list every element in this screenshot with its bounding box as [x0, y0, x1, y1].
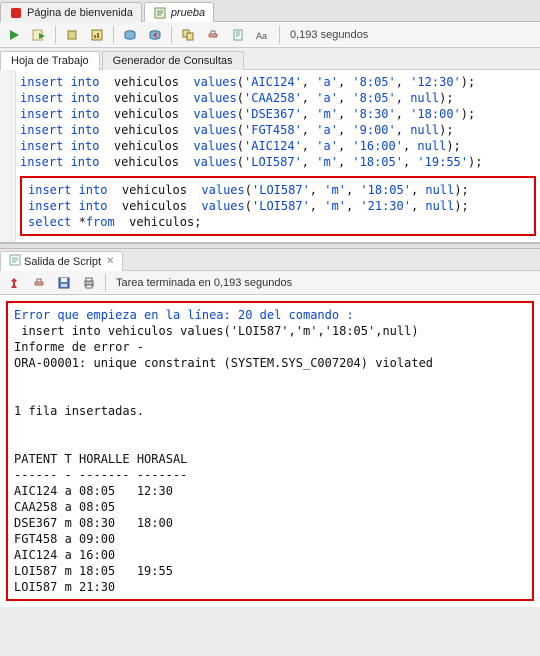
sql-history-button[interactable] [228, 25, 248, 45]
separator [105, 274, 106, 292]
output-line [14, 387, 526, 403]
commit-button[interactable] [120, 25, 140, 45]
output-line: AIC124 a 08:05 12:30 [14, 483, 526, 499]
editor-line: insert into vehiculos values('LOI587', '… [28, 182, 528, 198]
output-toolbar: Tarea terminada en 0,193 segundos [0, 271, 540, 295]
autotrace-button[interactable] [87, 25, 107, 45]
output-line: Error que empieza en la línea: 20 del co… [14, 307, 526, 323]
script-output-icon [9, 254, 21, 269]
save-output-button[interactable] [54, 273, 74, 293]
worksheet-subtabs: Hoja de Trabajo Generador de Consultas [0, 48, 540, 70]
editor-lines: insert into vehiculos values('AIC124', '… [20, 74, 536, 170]
print-output-button[interactable] [79, 273, 99, 293]
output-status: Tarea terminada en 0,193 segundos [112, 277, 292, 289]
run-button[interactable] [4, 25, 24, 45]
clear-output-button[interactable] [29, 273, 49, 293]
output-line: 1 fila insertadas. [14, 403, 526, 419]
separator [279, 26, 280, 44]
tab-prueba[interactable]: prueba [144, 2, 214, 22]
sql-file-icon [153, 6, 167, 20]
tab-welcome[interactable]: Página de bienvenida [0, 2, 142, 22]
tab-label: Página de bienvenida [27, 7, 133, 19]
separator [55, 26, 56, 44]
to-uppercase-button[interactable]: Aa [253, 25, 273, 45]
close-icon[interactable]: ✕ [106, 256, 114, 267]
worksheet-toolbar: Aa 0,193 segundos [0, 22, 540, 48]
editor-line: insert into vehiculos values('LOI587', '… [28, 198, 528, 214]
tab-label: prueba [171, 7, 205, 19]
editor-line: insert into vehiculos values('CAA258', '… [20, 90, 536, 106]
execution-time: 0,193 segundos [286, 29, 368, 41]
editor-line: insert into vehiculos values('DSE367', '… [20, 106, 536, 122]
output-area[interactable]: Error que empieza en la línea: 20 del co… [0, 295, 540, 607]
file-tabs: Página de bienvenida prueba [0, 0, 540, 22]
output-line: LOI587 m 21:30 [14, 579, 526, 595]
pin-button[interactable] [4, 273, 24, 293]
run-script-button[interactable] [29, 25, 49, 45]
editor-line: insert into vehiculos values('AIC124', '… [20, 138, 536, 154]
unshared-sql-button[interactable] [178, 25, 198, 45]
rollback-button[interactable] [145, 25, 165, 45]
separator [113, 26, 114, 44]
output-line: insert into vehiculos values('LOI587','m… [14, 323, 526, 339]
oracle-icon [9, 6, 23, 20]
output-line [14, 435, 526, 451]
clear-button[interactable] [203, 25, 223, 45]
output-line [14, 371, 526, 387]
separator [171, 26, 172, 44]
output-line: LOI587 m 18:05 19:55 [14, 563, 526, 579]
output-tabs: Salida de Script ✕ [0, 249, 540, 271]
output-line: Informe de error - [14, 339, 526, 355]
output-line: ------ - ------- ------- [14, 467, 526, 483]
tab-script-output[interactable]: Salida de Script ✕ [0, 251, 123, 271]
subtab-querybuilder[interactable]: Generador de Consultas [102, 51, 244, 70]
output-line: CAA258 a 08:05 [14, 499, 526, 515]
sql-editor[interactable]: insert into vehiculos values('AIC124', '… [0, 70, 540, 243]
tab-label: Salida de Script [24, 256, 101, 268]
editor-line: insert into vehiculos values('FGT458', '… [20, 122, 536, 138]
editor-line: insert into vehiculos values('AIC124', '… [20, 74, 536, 90]
editor-line: insert into vehiculos values('LOI587', '… [20, 154, 536, 170]
editor-gutter [0, 70, 16, 242]
output-line: AIC124 a 16:00 [14, 547, 526, 563]
output-highlight-box: Error que empieza en la línea: 20 del co… [6, 301, 534, 601]
output-line [14, 419, 526, 435]
svg-text:Aa: Aa [256, 31, 267, 41]
output-line: DSE367 m 08:30 18:00 [14, 515, 526, 531]
output-line: FGT458 a 09:00 [14, 531, 526, 547]
explain-plan-button[interactable] [62, 25, 82, 45]
highlight-box: insert into vehiculos values('LOI587', '… [20, 176, 536, 236]
subtab-worksheet[interactable]: Hoja de Trabajo [0, 51, 100, 70]
editor-line: select *from vehiculos; [28, 214, 528, 230]
output-line: PATENT T HORALLE HORASAL [14, 451, 526, 467]
output-line: ORA-00001: unique constraint (SYSTEM.SYS… [14, 355, 526, 371]
